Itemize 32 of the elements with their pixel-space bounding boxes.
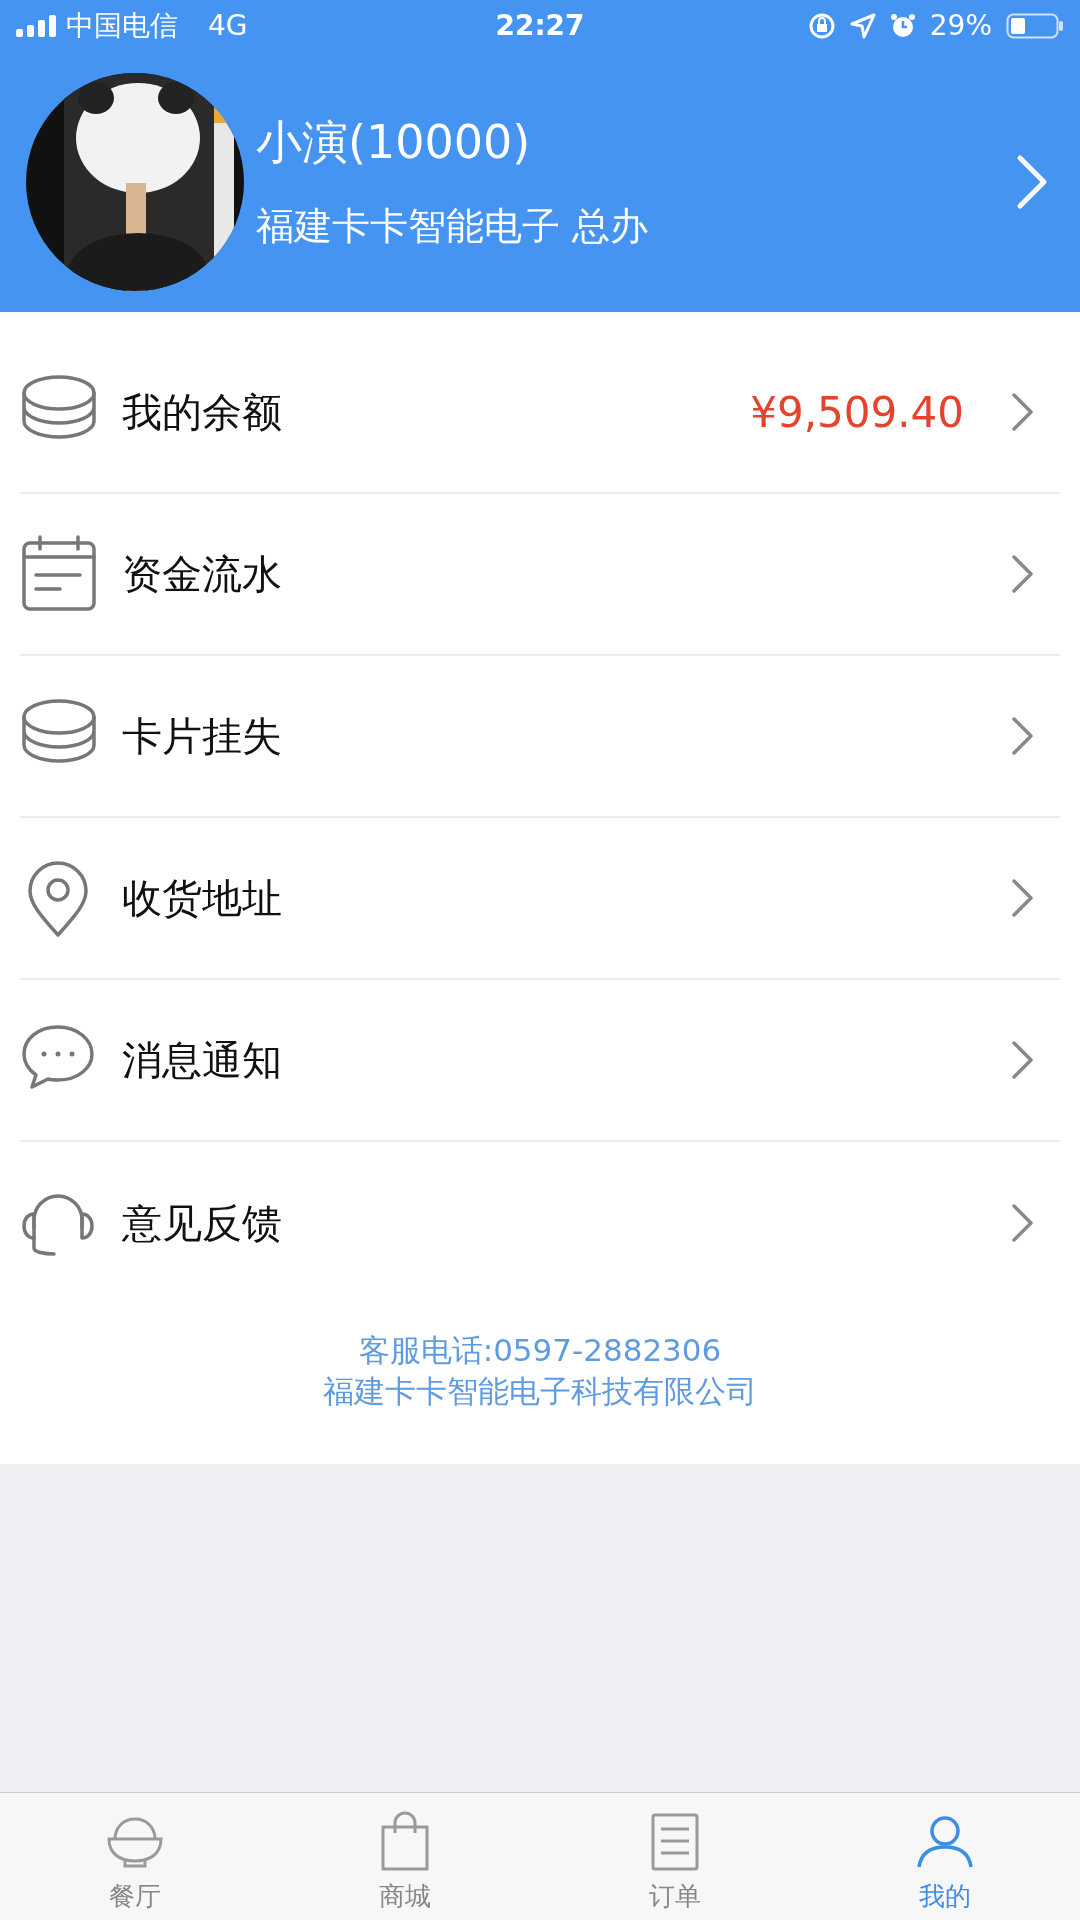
menu-label: 卡片挂失 xyxy=(122,712,283,761)
menu-row[interactable]: 资金流水 xyxy=(20,494,1060,656)
menu-label: 资金流水 xyxy=(122,550,283,599)
organization-text: 福建卡卡智能电子 总办 xyxy=(256,207,650,245)
chevron-right-icon xyxy=(1010,391,1036,433)
menu-label: 我的余额 xyxy=(122,388,283,437)
calendar-icon xyxy=(20,535,98,613)
network-text: 4G xyxy=(208,8,248,44)
alarm-icon xyxy=(889,13,916,39)
time-text: 22:27 xyxy=(495,8,585,44)
location-arrow-icon xyxy=(849,13,876,39)
menu-row[interactable]: 意见反馈 xyxy=(20,1142,1060,1304)
carrier-text: 中国电信 xyxy=(66,8,178,44)
balance-amount: ¥9,509.40 xyxy=(750,386,964,439)
battery-icon xyxy=(1006,13,1064,39)
menu-label: 收货地址 xyxy=(122,874,283,923)
chevron-right-icon xyxy=(1010,1039,1036,1081)
chevron-right-icon xyxy=(1010,553,1036,595)
menu-label: 消息通知 xyxy=(122,1036,283,1085)
battery-percent: 29% xyxy=(929,8,992,44)
chevron-right-icon xyxy=(1010,877,1036,919)
menu-row[interactable]: 收货地址 xyxy=(20,818,1060,980)
company-name: 福建卡卡智能电子科技有限公司 xyxy=(323,1372,757,1411)
menu-row[interactable]: 卡片挂失 xyxy=(20,656,1060,818)
chevron-right-icon xyxy=(1010,715,1036,757)
user-name: 小演(10000) xyxy=(256,119,532,165)
rotation-lock-icon xyxy=(807,12,836,40)
menu-row[interactable]: 消息通知 xyxy=(20,980,1060,1142)
chevron-right-icon xyxy=(1010,1202,1036,1244)
menu-row[interactable]: 我的余额 ¥9,509.40 xyxy=(20,332,1060,494)
menu-label: 意见反馈 xyxy=(122,1199,283,1248)
signal-icon xyxy=(16,15,58,37)
